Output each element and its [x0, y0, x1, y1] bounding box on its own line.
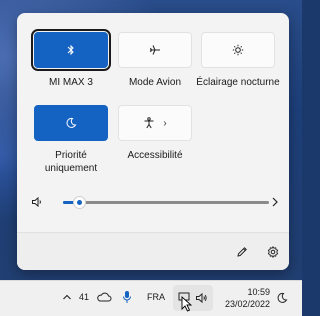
weather-temperature[interactable]: 41	[79, 292, 89, 302]
volume-track[interactable]	[63, 201, 269, 204]
night-light-toggle-button[interactable]	[201, 32, 275, 68]
quick-settings-panel: MI MAX 3 Mode Avion Éclairage nocturne P…	[17, 13, 289, 270]
airplane-mode-toggle-button[interactable]	[118, 32, 192, 68]
system-tray-network-volume[interactable]	[173, 285, 213, 312]
edit-pencil-icon[interactable]	[236, 246, 248, 258]
volume-icon	[196, 292, 207, 304]
show-hidden-icons-chevron[interactable]	[62, 293, 72, 301]
taskbar: 41 FRA 10:59 23/02/2022	[0, 280, 302, 316]
clock-time: 10:59	[247, 287, 270, 297]
chevron-up-icon	[63, 294, 71, 300]
bluetooth-icon	[67, 44, 74, 56]
speaker-icon[interactable]	[31, 196, 43, 208]
chevron-right-icon[interactable]	[271, 196, 279, 208]
mouse-cursor-icon	[181, 296, 193, 312]
accessibility-icon	[144, 117, 154, 129]
settings-gear-icon[interactable]	[267, 246, 279, 258]
airplane-icon	[150, 45, 160, 55]
bluetooth-toggle-button[interactable]	[31, 29, 111, 71]
clock[interactable]: 10:59 23/02/2022	[222, 286, 270, 310]
volume-slider-thumb[interactable]	[73, 196, 87, 209]
focus-assist-toggle-button[interactable]	[34, 105, 108, 141]
volume-slider-row	[31, 192, 279, 212]
accessibility-button[interactable]: ›	[118, 105, 192, 141]
moon-icon	[66, 117, 77, 128]
accessibility-label: Accessibilité	[127, 150, 183, 161]
input-language[interactable]: FRA	[147, 292, 165, 302]
onedrive-cloud-icon[interactable]	[96, 291, 112, 303]
microphone-icon[interactable]	[122, 290, 132, 304]
chevron-right-icon: ›	[163, 117, 167, 129]
focus-assist-label: Priorité uniquement	[44, 150, 98, 174]
panel-footer	[17, 232, 289, 270]
night-light-label: Éclairage nocturne	[196, 77, 280, 88]
notification-moon-icon[interactable]	[276, 292, 288, 304]
clock-date: 23/02/2022	[224, 299, 270, 309]
brightness-icon	[232, 44, 244, 56]
